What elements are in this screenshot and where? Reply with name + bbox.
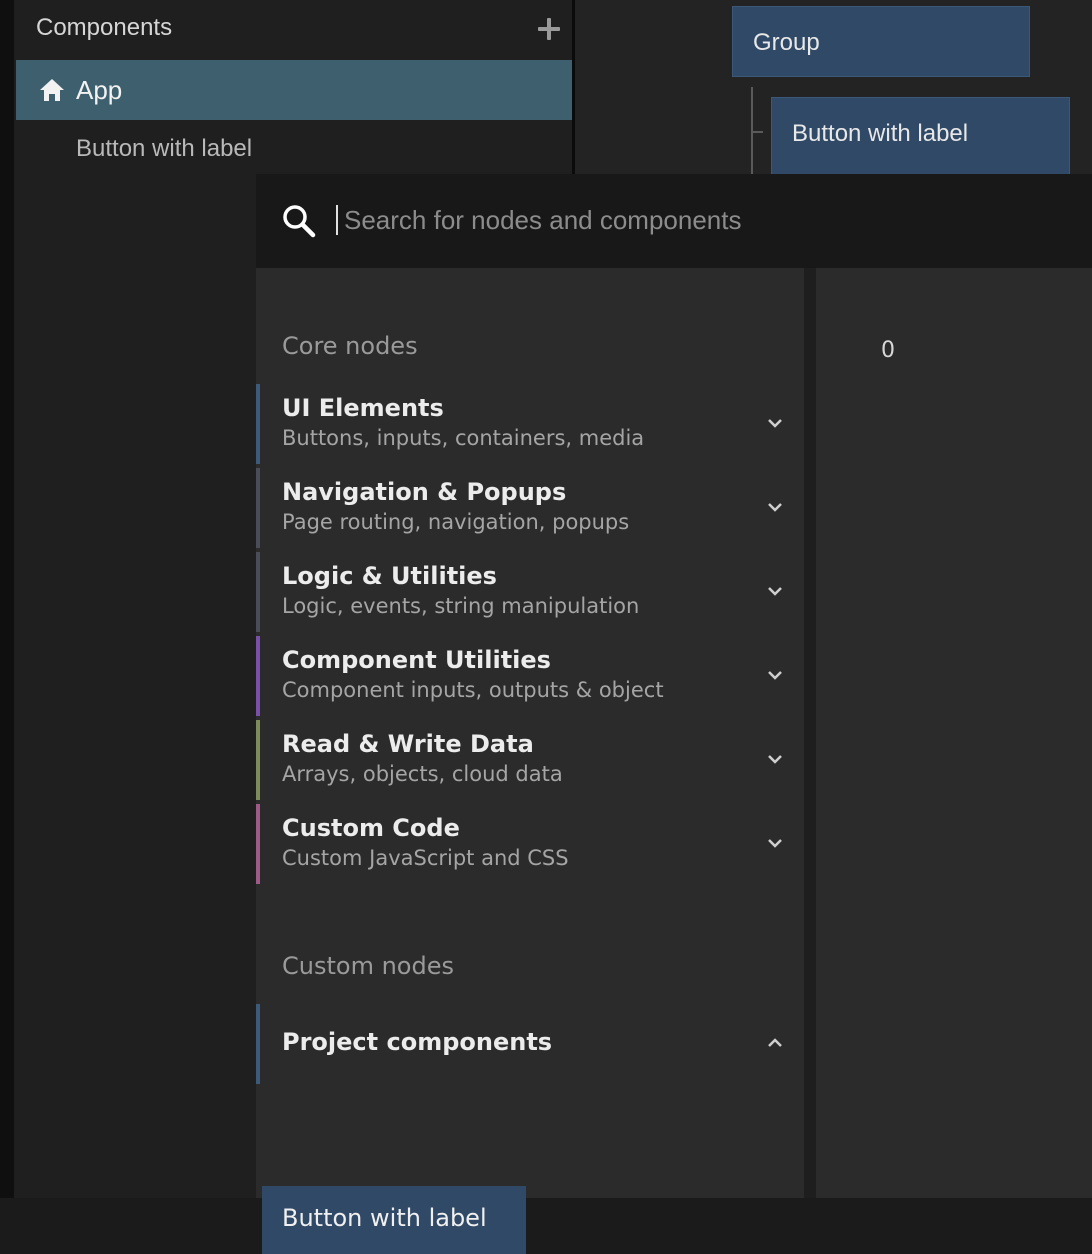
category-subtitle: Logic, events, string manipulation [282,594,640,618]
category-component-utilities[interactable]: Component Utilities Component inputs, ou… [256,636,804,716]
chevron-down-icon[interactable] [766,834,784,852]
category-navigation-popups[interactable]: Navigation & Popups Page routing, naviga… [256,468,804,548]
category-color-bar [256,468,260,548]
category-read-write-data[interactable]: Read & Write Data Arrays, objects, cloud… [256,720,804,800]
category-subtitle: Component inputs, outputs & object [282,678,664,702]
text-caret [336,205,338,235]
chevron-down-icon[interactable] [766,414,784,432]
category-title: UI Elements [282,394,444,422]
category-color-bar [256,720,260,800]
node-label: Button with label [792,120,969,147]
category-title: Project components [282,1028,553,1056]
category-title: Custom Code [282,814,460,842]
node-picker-popup: Core nodes UI Elements Buttons, inputs, … [256,174,1092,1254]
chevron-down-icon[interactable] [766,582,784,600]
section-label-custom-nodes: Custom nodes [282,952,454,980]
category-color-bar [256,636,260,716]
category-title: Navigation & Popups [282,478,567,506]
sidebar-item-button-with-label[interactable]: Button with label [76,135,252,163]
tree-connector-branch [753,131,763,133]
category-subtitle: Page routing, navigation, popups [282,510,630,534]
add-component-icon[interactable] [536,16,562,42]
left-edge-strip [0,0,14,1198]
node-preview-panel: 0 [816,268,1092,1198]
search-input[interactable] [344,198,1044,242]
category-ui-elements[interactable]: UI Elements Buttons, inputs, containers,… [256,384,804,464]
category-subtitle: Arrays, objects, cloud data [282,762,563,786]
preview-value: 0 [881,338,895,363]
sidebar-item-label: App [76,75,123,105]
canvas-node-button-with-label[interactable]: Button with label [771,97,1070,175]
chevron-down-icon[interactable] [766,750,784,768]
canvas-node-group[interactable]: Group [732,6,1030,77]
category-subtitle: Buttons, inputs, containers, media [282,426,645,450]
category-logic-utilities[interactable]: Logic & Utilities Logic, events, string … [256,552,804,632]
node-label: Group [753,29,820,56]
search-bar [256,174,1092,268]
category-color-bar [256,552,260,632]
search-icon [283,205,316,238]
sidebar-item-app[interactable]: App [16,60,572,120]
project-component-label: Button with label [282,1204,487,1232]
sidebar-title: Components [36,14,173,41]
chevron-down-icon[interactable] [766,498,784,516]
chevron-up-icon[interactable] [766,1034,784,1052]
category-project-components[interactable]: Project components [256,1004,804,1084]
category-title: Component Utilities [282,646,551,674]
chevron-down-icon[interactable] [766,666,784,684]
section-label-core-nodes: Core nodes [282,332,418,360]
category-title: Read & Write Data [282,730,534,758]
category-custom-code[interactable]: Custom Code Custom JavaScript and CSS [256,804,804,884]
category-color-bar [256,804,260,884]
category-title: Logic & Utilities [282,562,497,590]
category-subtitle: Custom JavaScript and CSS [282,846,569,870]
node-category-list: Core nodes UI Elements Buttons, inputs, … [256,268,804,1254]
project-component-button-with-label[interactable]: Button with label [262,1186,526,1254]
home-icon [40,79,64,101]
category-color-bar [256,1004,260,1084]
category-color-bar [256,384,260,464]
